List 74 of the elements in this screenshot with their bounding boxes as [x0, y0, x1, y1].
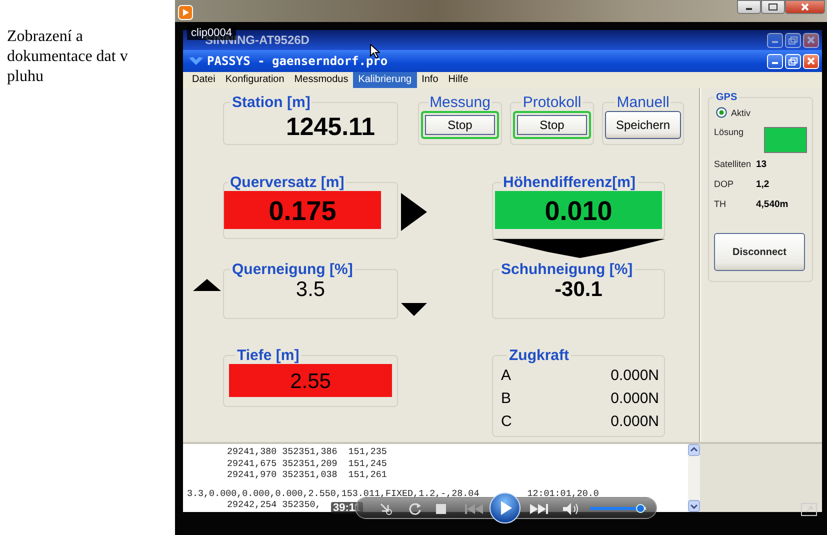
field-label: TH [714, 199, 727, 210]
play-button[interactable] [489, 492, 521, 524]
readout-value: 1245.11 [285, 112, 376, 142]
close-icon [807, 36, 815, 44]
restore-icon [788, 56, 798, 66]
panel-title: Querversatz [m] [229, 174, 346, 191]
panel-title: Höhendifferenz[m] [502, 174, 636, 191]
radio-button[interactable] [716, 107, 727, 118]
force-value: 0.000N [610, 413, 659, 430]
scroll-down-icon[interactable] [688, 500, 700, 512]
radio-label: Aktiv [731, 108, 751, 118]
field-value: 1,2 [756, 179, 770, 190]
panel-title: Messung [428, 94, 492, 111]
field-label: Lösung [714, 127, 744, 137]
field-label: Satelliten [714, 159, 752, 170]
caption-text: Zobrazení a dokumentace dat v pluhu [7, 27, 129, 87]
restore-button[interactable] [785, 32, 801, 48]
down-arrow-icon [401, 303, 427, 316]
log-line: 3.3,0.000,0.000,0.000,2.550,153.011,FIXED,1.2,-,28.04 [187, 488, 480, 499]
log-line: 12:01:01,20.0 [527, 488, 599, 499]
panel-title: Zugkraft [508, 347, 570, 364]
volume-icon[interactable] [562, 502, 580, 516]
readout-value: 0.010 [495, 191, 662, 229]
readout-value: 2.55 [229, 364, 392, 397]
menu-item[interactable]: Kalibrierung [353, 72, 417, 88]
panel-title: Manuell [616, 94, 670, 111]
menu-item[interactable]: Hilfe [443, 72, 474, 88]
close-button[interactable] [785, 0, 825, 14]
fullscreen-icon[interactable] [801, 503, 817, 516]
save-button[interactable]: Speichern [605, 111, 682, 139]
panel-title: Querneigung [%] [231, 261, 354, 278]
force-value: 0.000N [610, 390, 659, 407]
switch-view-icon[interactable] [379, 502, 393, 515]
restore-icon [788, 36, 798, 44]
maximize-button[interactable] [761, 0, 785, 14]
stop-button[interactable]: Stop [513, 111, 591, 139]
down-arrow-icon [492, 239, 665, 258]
force-label: A [501, 367, 512, 384]
menu-item[interactable]: Datei [187, 72, 220, 88]
right-arrow-icon [401, 193, 427, 231]
app-icon [189, 56, 203, 66]
readout-value: -30.1 [554, 278, 604, 302]
menu-item[interactable]: Messmodus [289, 72, 354, 88]
menu-item[interactable]: Info [416, 72, 444, 88]
force-label: B [501, 390, 512, 407]
readout-value: 3.5 [294, 278, 326, 302]
close-icon [801, 3, 809, 11]
field-value: 4,540m [756, 199, 790, 210]
force-label: C [501, 413, 512, 430]
scroll-up-icon[interactable] [688, 444, 700, 456]
readout-value: 0.175 [224, 191, 381, 229]
restore-button[interactable] [785, 54, 801, 68]
menu-item[interactable]: Konfiguration [220, 72, 290, 88]
field-label: DOP [714, 179, 735, 190]
window-title: PASSYS - gaenserndorf.pro [207, 54, 388, 68]
close-icon [807, 57, 815, 65]
minimize-button[interactable] [737, 0, 761, 14]
panel-title: Schuhneigung [%] [500, 261, 634, 278]
log-line: 29241,380 352351,386 151,235 [227, 446, 387, 458]
disconnect-button[interactable]: Disconnect [714, 233, 805, 271]
repeat-icon[interactable] [408, 502, 422, 516]
player-logo-icon [178, 5, 193, 20]
panel-title: GPS [715, 92, 738, 103]
stop-button[interactable]: Stop [421, 111, 499, 139]
log-line: 29242,254 352350, [227, 499, 321, 510]
maximize-icon [768, 3, 778, 11]
up-arrow-icon [193, 279, 221, 291]
log-line: 29241,970 352351,038 151,261 [227, 469, 387, 480]
field-value: 13 [756, 159, 768, 170]
panel-title: Protokoll [522, 94, 582, 111]
panel-title: Tiefe [m] [236, 347, 300, 364]
force-value: 0.000N [610, 367, 659, 384]
log-line: 29241,675 352351,209 151,245 [227, 458, 387, 469]
panel-title: Station [m] [231, 94, 312, 111]
